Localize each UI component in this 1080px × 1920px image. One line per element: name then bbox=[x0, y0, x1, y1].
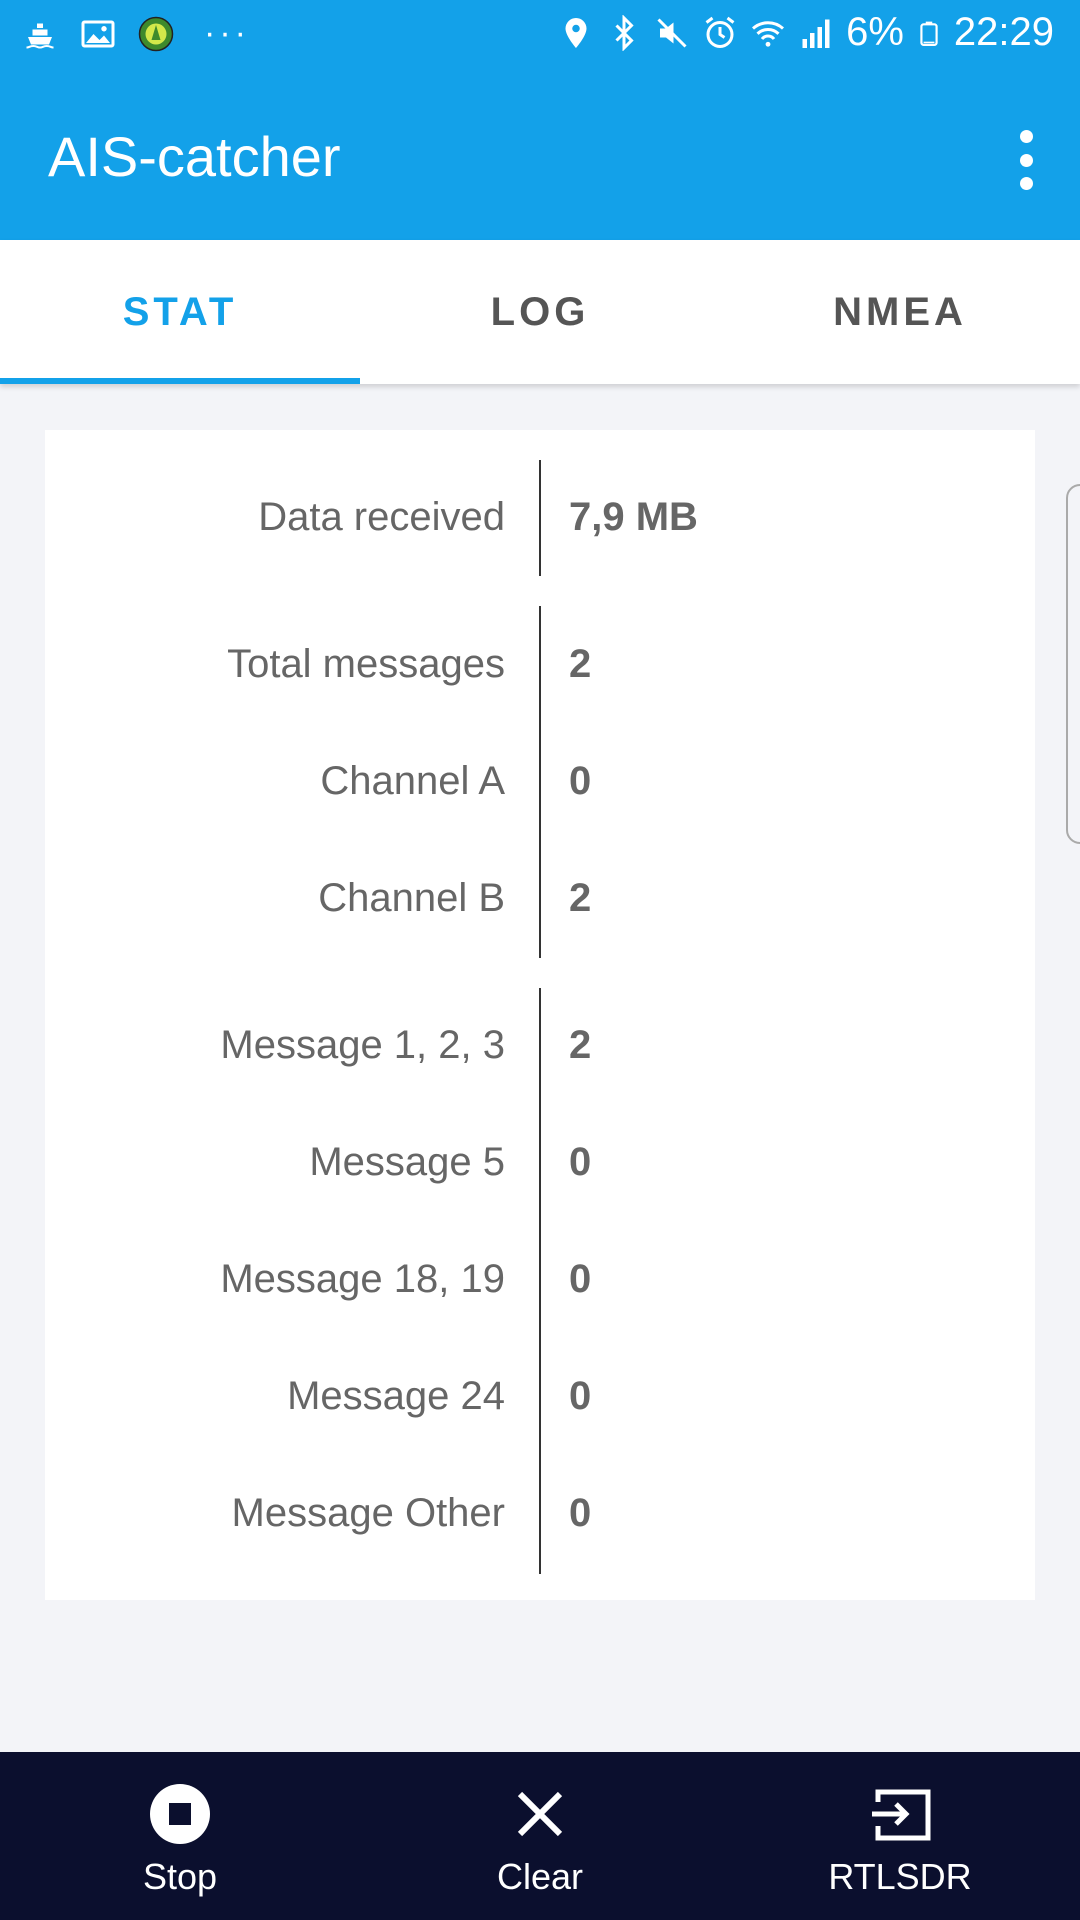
signal-icon bbox=[802, 19, 830, 48]
stat-row-channel-a: Channel A 0 bbox=[45, 723, 1035, 840]
stat-label: Data received bbox=[258, 495, 505, 539]
stop-label: Stop bbox=[142, 1856, 218, 1897]
stat-value: 2 bbox=[569, 1023, 592, 1067]
stat-value: 0 bbox=[569, 1374, 592, 1418]
stat-row-message-other: Message Other 0 bbox=[45, 1455, 1035, 1572]
tab-stat[interactable]: STAT bbox=[0, 240, 360, 384]
app-title: AIS-catcher bbox=[48, 125, 341, 188]
bluetooth-icon bbox=[615, 14, 634, 51]
stat-value: 0 bbox=[569, 1491, 592, 1535]
bottom-action-bar: Stop Clear RTLSDR bbox=[0, 1752, 1080, 1920]
rtlsdr-button[interactable]: RTLSDR bbox=[720, 1752, 1080, 1920]
stat-value: 0 bbox=[569, 759, 592, 803]
stat-row-data-received: Data received 7,9 MB bbox=[45, 459, 1035, 576]
stat-label: Channel A bbox=[320, 759, 505, 803]
stat-row-channel-b: Channel B 2 bbox=[45, 840, 1035, 957]
stat-value: 7,9 MB bbox=[569, 495, 698, 539]
clear-label: Clear bbox=[496, 1856, 584, 1897]
stat-value: 2 bbox=[569, 642, 592, 686]
stats-card: Data received 7,9 MB Total messages 2 Ch… bbox=[45, 430, 1035, 1600]
input-source-icon bbox=[872, 1789, 931, 1841]
stop-icon bbox=[150, 1784, 210, 1844]
image-icon bbox=[81, 20, 115, 47]
alarm-icon bbox=[705, 16, 735, 48]
battery-percent: 6% bbox=[846, 10, 904, 54]
mute-icon bbox=[657, 17, 687, 48]
stat-label: Message Other bbox=[231, 1491, 505, 1535]
app-badge-icon bbox=[138, 16, 174, 51]
stat-label: Message 1, 2, 3 bbox=[220, 1023, 505, 1067]
stat-row-total-messages: Total messages 2 bbox=[45, 606, 1035, 723]
stat-label: Message 24 bbox=[287, 1374, 505, 1418]
edge-panel-handle[interactable] bbox=[1066, 484, 1080, 844]
clear-button[interactable]: Clear bbox=[360, 1752, 720, 1920]
stat-row-message-24: Message 24 0 bbox=[45, 1338, 1035, 1455]
stat-label: Message 18, 19 bbox=[220, 1257, 505, 1301]
ship-icon bbox=[26, 23, 54, 49]
stat-label: Total messages bbox=[227, 642, 505, 686]
tab-log[interactable]: LOG bbox=[360, 240, 720, 384]
stat-row-message-18-19: Message 18, 19 0 bbox=[45, 1221, 1035, 1338]
wifi-icon bbox=[752, 20, 785, 47]
battery-icon bbox=[920, 21, 938, 46]
stat-label: Channel B bbox=[318, 876, 505, 920]
status-bar: ··· 6% 22:29 bbox=[0, 0, 1080, 72]
location-icon bbox=[565, 17, 587, 48]
app-bar: AIS-catcher bbox=[0, 72, 1080, 240]
tab-bar: STAT LOG NMEA bbox=[0, 240, 1080, 384]
stop-button[interactable]: Stop bbox=[0, 1752, 360, 1920]
stat-value: 0 bbox=[569, 1257, 592, 1301]
rtlsdr-label: RTLSDR bbox=[828, 1856, 972, 1897]
more-notifications-icon: ··· bbox=[204, 14, 250, 52]
overflow-menu-icon[interactable] bbox=[1006, 130, 1046, 190]
clock: 22:29 bbox=[953, 10, 1054, 54]
stat-value: 0 bbox=[569, 1140, 592, 1184]
tab-nmea[interactable]: NMEA bbox=[720, 240, 1080, 384]
stat-value: 2 bbox=[569, 876, 592, 920]
stat-row-message-5: Message 5 0 bbox=[45, 1104, 1035, 1221]
close-icon bbox=[517, 1791, 563, 1837]
stat-label: Message 5 bbox=[309, 1140, 505, 1184]
stat-row-message-1-2-3: Message 1, 2, 3 2 bbox=[45, 987, 1035, 1104]
